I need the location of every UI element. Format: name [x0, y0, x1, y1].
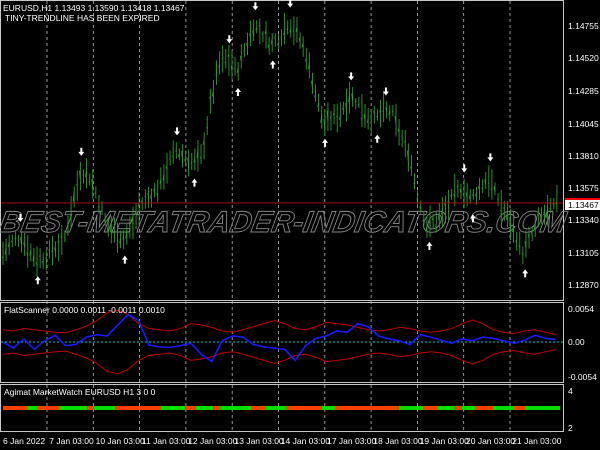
ind-axis-max: 0.0054 — [568, 304, 594, 314]
mw-axis-bottom: 2 — [568, 423, 573, 433]
up-arrow-icon — [191, 178, 198, 187]
down-arrow-icon — [226, 35, 233, 44]
up-arrow-icon — [322, 138, 329, 147]
current-price-label: 1.13467 — [565, 198, 600, 210]
price-bar-tick — [521, 253, 524, 255]
price-bar-tick — [14, 237, 16, 240]
up-arrow-icon — [121, 255, 128, 264]
price-bar-tick — [48, 249, 50, 251]
up-arrow-icon — [426, 241, 433, 250]
time-tick-label: 18 Jan 03:00 — [373, 436, 423, 446]
bullish-segment — [321, 406, 336, 410]
bullish-segment — [437, 406, 455, 410]
price-bar-tick — [354, 101, 356, 103]
bullish-segment — [493, 406, 515, 410]
price-tick-label: 1.14045 — [568, 118, 599, 129]
bearish-segment — [213, 406, 221, 410]
up-arrow-icon — [234, 87, 241, 96]
bearish-segment — [286, 406, 322, 410]
price-tick-label: 1.13575 — [568, 183, 599, 194]
bullish-segment — [160, 406, 186, 410]
trendline-alert-text: TINY-TRENDLINE HAS BEEN EXPIRED — [5, 13, 160, 23]
watermark: BEST-METATRADER-INDICATORS.COM — [0, 206, 569, 239]
chart-canvas: BEST-METATRADER-INDICATORS.COM — [0, 0, 570, 431]
bearish-segment — [115, 406, 161, 410]
price-bar-tick — [400, 135, 403, 137]
flatscanner-title: FlatScanner 0.0000 0.0011 -0.0011 0.0010 — [4, 305, 165, 315]
time-tick-label: 21 Jan 03:00 — [512, 436, 562, 446]
time-tick-label: 7 Jan 03:00 — [49, 436, 94, 446]
bearish-segment — [87, 406, 95, 410]
bullish-segment — [461, 406, 476, 410]
up-arrow-icon — [34, 276, 41, 285]
bearish-segment — [335, 406, 399, 410]
time-tick-label: 11 Jan 03:00 — [141, 436, 191, 446]
time-tick-label: 6 Jan 2022 — [3, 436, 46, 446]
lower-band — [2, 348, 557, 375]
bearish-segment — [475, 406, 494, 410]
price-bar-tick — [435, 225, 437, 228]
down-arrow-icon — [287, 0, 294, 8]
symbol-ohlc-label: EURUSD,H1 1.13493 1.13590 1.13418 1.1346… — [3, 3, 185, 13]
mw-axis-top: 4 — [568, 386, 573, 396]
bullish-segment — [265, 406, 287, 410]
time-tick-label: 19 Jan 03:00 — [419, 436, 469, 446]
bullish-segment — [94, 406, 116, 410]
down-arrow-icon — [174, 127, 181, 136]
down-arrow-icon — [78, 147, 85, 156]
price-tick-label: 1.14285 — [568, 85, 599, 96]
up-arrow-icon — [522, 269, 529, 278]
bullish-segment — [524, 406, 560, 410]
bullish-segment — [398, 406, 424, 410]
price-tick-label: 1.12870 — [568, 280, 599, 290]
down-arrow-icon — [252, 2, 259, 11]
time-tick-label: 10 Jan 03:00 — [95, 436, 145, 446]
bullish-segment — [59, 406, 88, 410]
bearish-segment — [185, 406, 196, 410]
price-tick-label: 1.14520 — [568, 53, 599, 64]
bullish-segment — [195, 406, 214, 410]
bullish-segment — [220, 406, 252, 410]
flatscanner-line — [2, 313, 557, 363]
down-arrow-icon — [348, 72, 355, 81]
bearish-segment — [251, 406, 266, 410]
price-bar-tick — [224, 61, 226, 64]
up-arrow-icon — [374, 134, 381, 143]
bearish-segment — [3, 406, 28, 410]
ind-axis-min: -0.0054 — [568, 372, 597, 382]
time-tick-label: 14 Jan 03:00 — [280, 436, 330, 446]
up-arrow-icon — [269, 60, 276, 69]
ind-axis-zero: 0.00 — [568, 337, 585, 347]
marketwatch-title: Agimat MarketWatch EURUSD H1 3 0 0 — [4, 387, 156, 397]
down-arrow-icon — [461, 164, 468, 173]
bearish-segment — [423, 406, 438, 410]
price-bar-tick — [66, 223, 69, 225]
time-tick-label: 20 Jan 03:00 — [466, 436, 516, 446]
time-tick-label: 17 Jan 03:00 — [327, 436, 377, 446]
time-tick-label: 13 Jan 03:00 — [234, 436, 284, 446]
bearish-segment — [514, 406, 525, 410]
price-bar-tick — [413, 182, 415, 185]
time-tick-label: 12 Jan 03:00 — [188, 436, 238, 446]
price-bar-tick — [168, 158, 171, 160]
bearish-segment — [454, 406, 462, 410]
price-tick-label: 1.14755 — [568, 20, 599, 31]
price-bar-tick — [97, 205, 100, 208]
price-tick-label: 1.13340 — [568, 215, 599, 226]
price-tick-label: 1.13810 — [568, 150, 599, 161]
bullish-segment — [27, 406, 39, 410]
bearish-segment — [38, 406, 60, 410]
down-arrow-icon — [487, 153, 494, 162]
price-tick-label: 1.13105 — [568, 247, 599, 258]
